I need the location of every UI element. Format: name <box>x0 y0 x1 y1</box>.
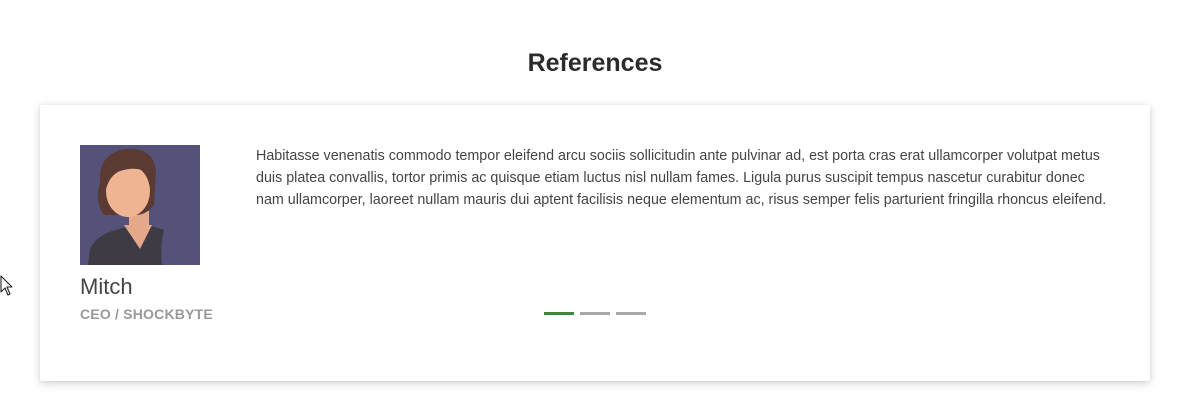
person-avatar-icon <box>80 145 200 265</box>
testimonial-card: Mitch CEO / SHOCKBYTE Habitasse venenati… <box>40 105 1150 381</box>
section-title: References <box>527 49 663 77</box>
person-role: CEO / SHOCKBYTE <box>80 306 213 322</box>
pager-dot-3[interactable] <box>616 312 646 315</box>
testimonial-quote: Habitasse venenatis commodo tempor eleif… <box>256 148 1107 208</box>
pager-dot-2[interactable] <box>580 312 610 315</box>
mouse-cursor-icon <box>0 275 13 296</box>
pager-dot-1[interactable] <box>544 312 574 315</box>
person-name: Mitch <box>80 274 133 299</box>
carousel-pager <box>544 312 646 315</box>
